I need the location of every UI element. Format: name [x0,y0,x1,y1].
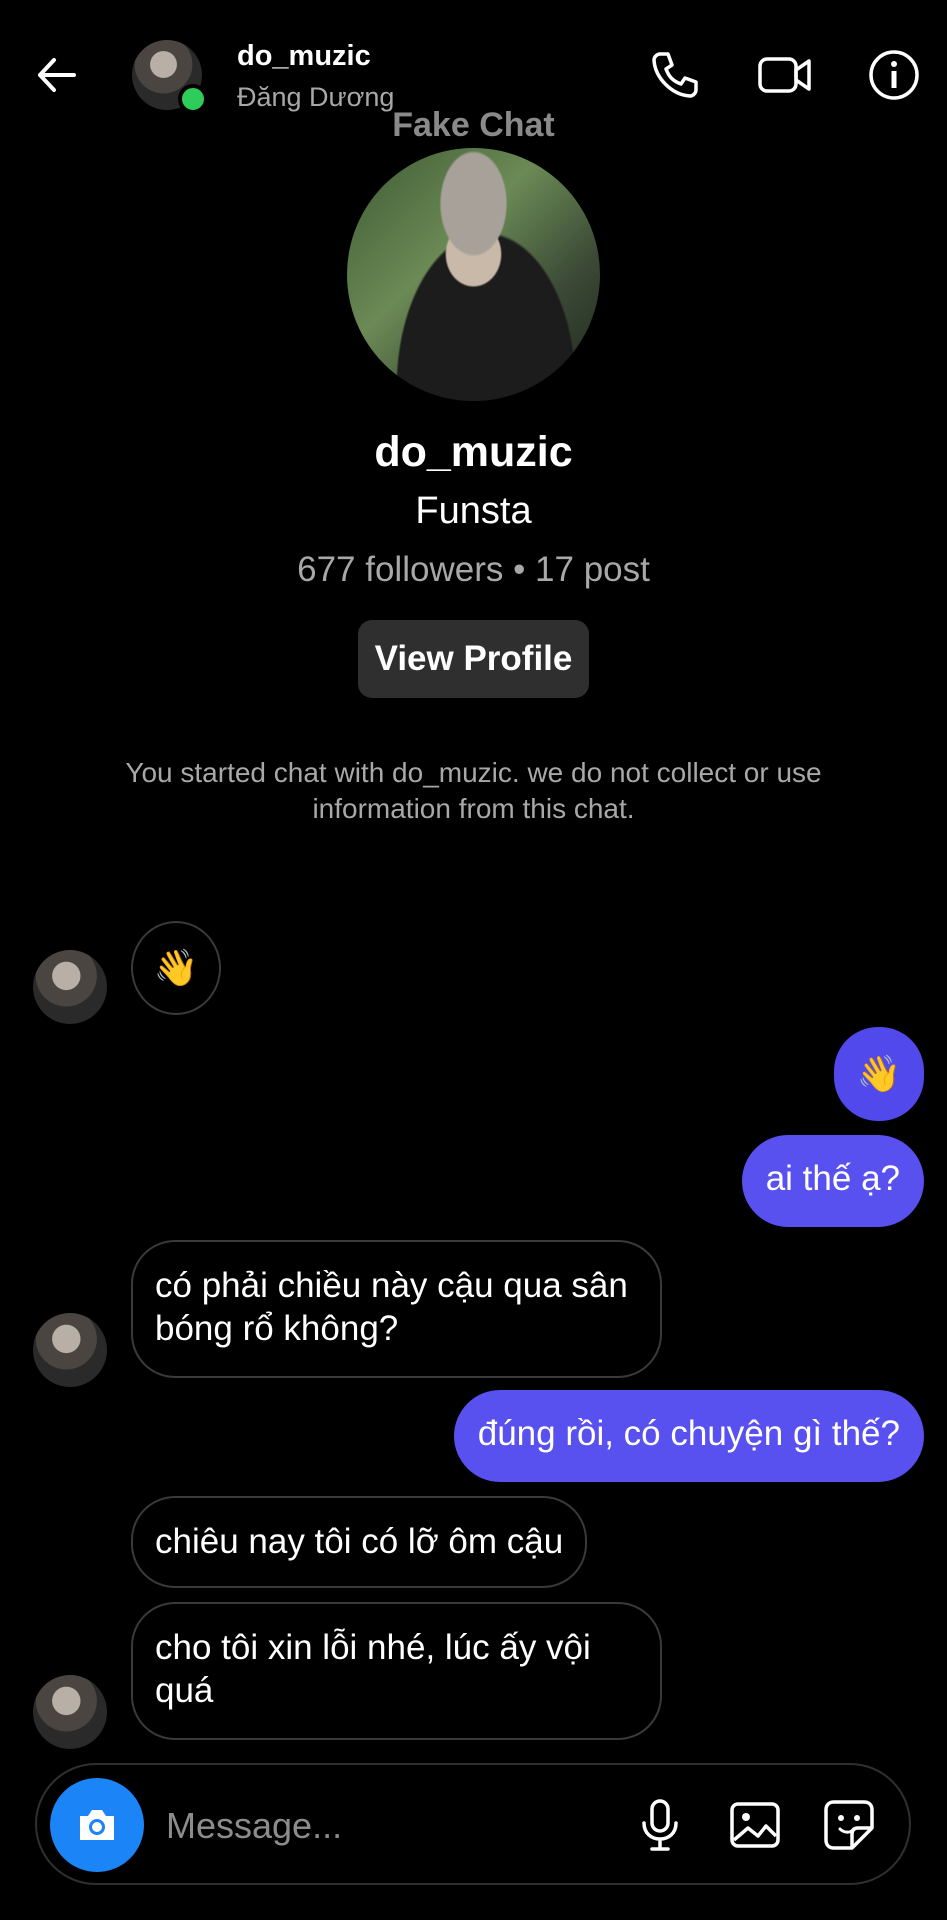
fake-chat-watermark: Fake Chat [392,106,555,144]
video-camera-icon[interactable] [756,46,814,104]
message-input[interactable] [164,1790,608,1862]
sender-avatar[interactable] [33,950,107,1024]
camera-icon [80,1810,114,1840]
sender-avatar[interactable] [33,1313,107,1387]
header-username[interactable]: do_muzic [237,40,371,73]
microphone-icon[interactable] [631,1796,689,1854]
profile-avatar[interactable] [347,148,600,401]
back-arrow-icon[interactable] [30,48,84,102]
info-icon[interactable] [865,46,923,104]
camera-button[interactable] [50,1778,144,1872]
profile-stats: 677 followers • 17 post [297,550,650,589]
incoming-wave-message: 👋 [131,921,221,1015]
sender-avatar[interactable] [33,1675,107,1749]
sticker-icon[interactable] [820,1796,878,1854]
incoming-message: cho tôi xin lỗi nhé, lúc ấy vội quá [131,1602,662,1740]
outgoing-wave-message: 👋 [834,1027,924,1121]
profile-type: Funsta [415,490,532,532]
incoming-message: có phải chiều này cậu qua sân bóng rổ kh… [131,1240,662,1378]
outgoing-message: đúng rồi, có chuyện gì thế? [453,1390,924,1482]
profile-name: do_muzic [374,428,573,476]
outgoing-message: ai thế ạ? [741,1135,924,1227]
image-icon[interactable] [726,1796,784,1854]
phone-icon[interactable] [646,46,704,104]
incoming-message: chiêu nay tôi có lỡ ôm cậu [131,1496,588,1588]
chat-notice: You started chat with do_muzic. we do no… [125,757,822,824]
view-profile-button[interactable]: View Profile [358,620,589,698]
